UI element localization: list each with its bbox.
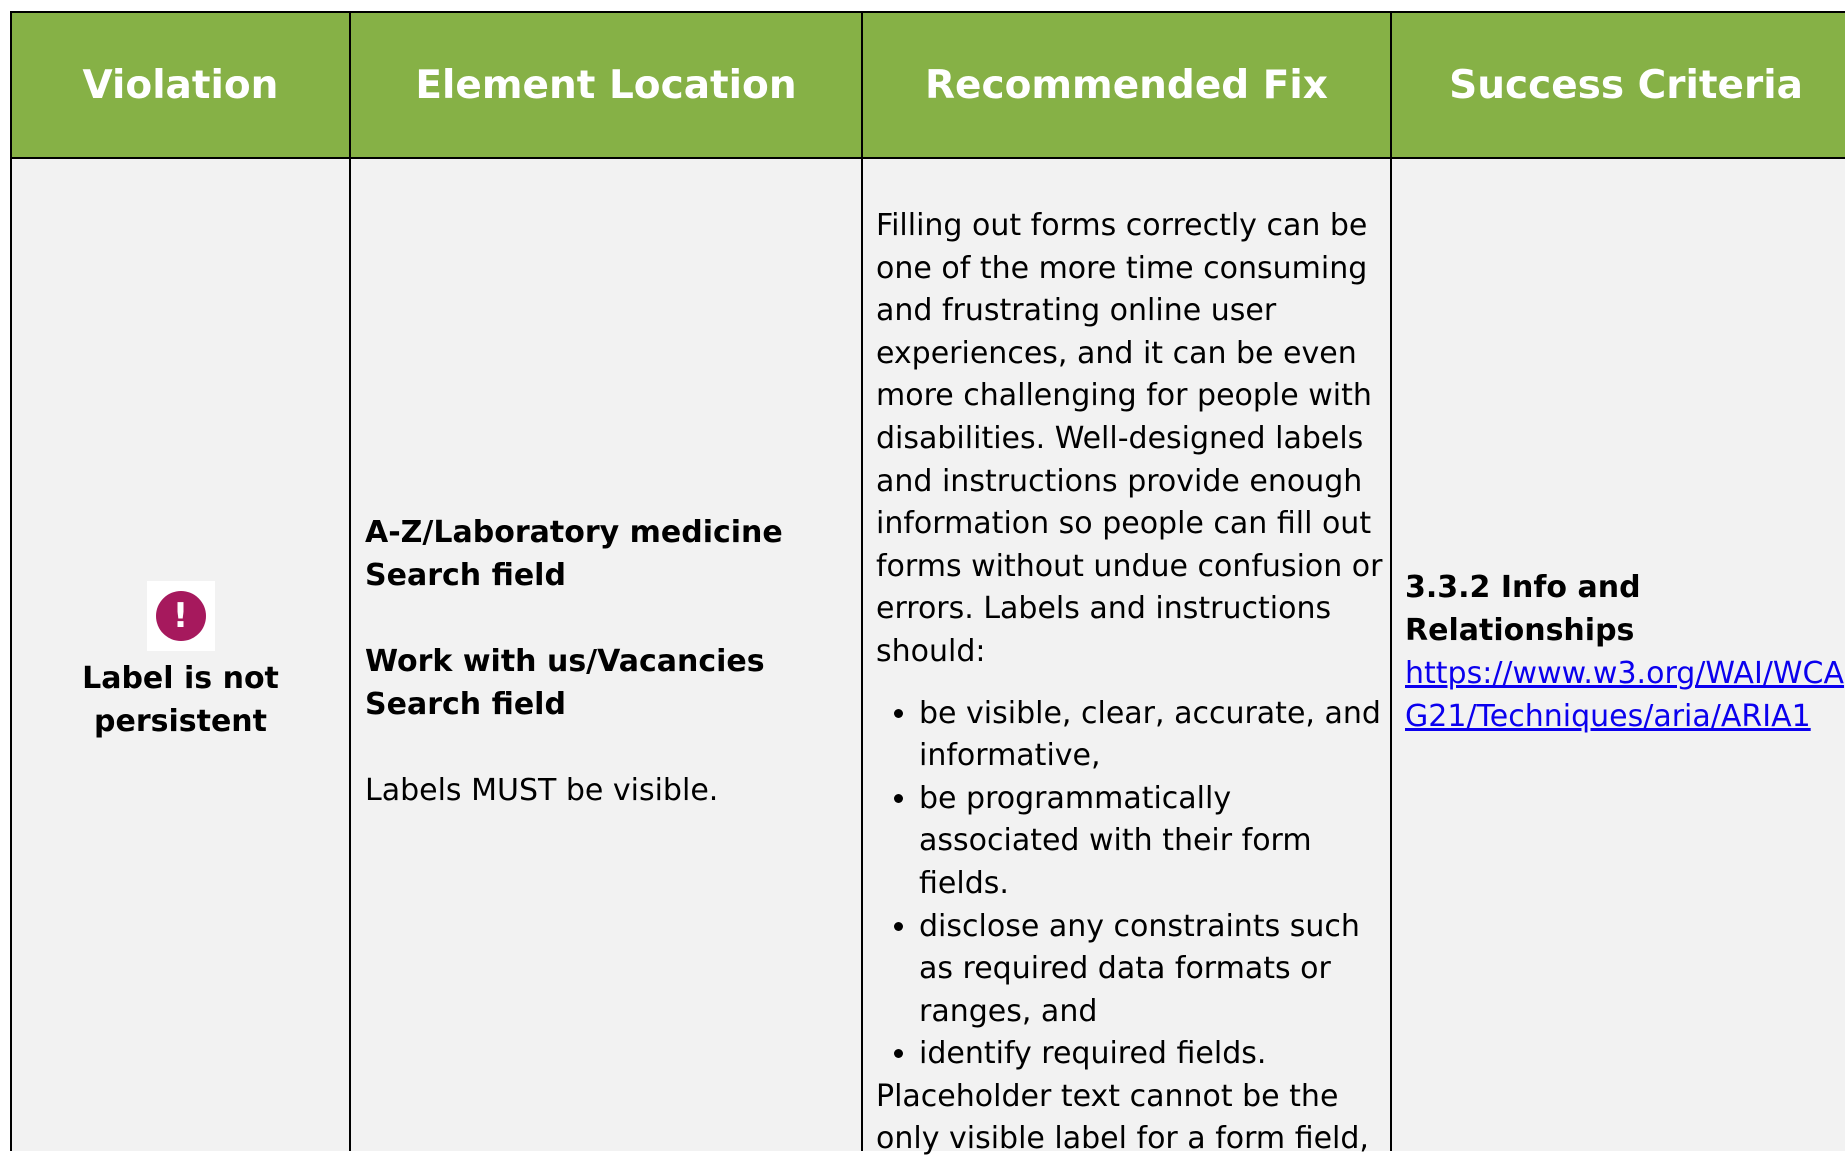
exclamation-icon: ! — [155, 591, 206, 641]
fix-outro: Placeholder text cannot be the only visi… — [876, 1078, 1369, 1157]
recommended-fix-cell: Filling out forms correctly can be one o… — [861, 159, 1390, 1156]
fix-bullet: disclose any constraints such as require… — [919, 906, 1386, 1034]
warning-icon-box: ! — [146, 581, 215, 651]
recommended-fix-content: Filling out forms correctly can be one o… — [876, 205, 1386, 1161]
criteria-title: 3.3.2 Info and Relationships — [1405, 570, 1641, 648]
violation-label: Label is not persistent — [82, 661, 279, 739]
location-item: A-Z/Laboratory medicine Search field — [365, 515, 783, 593]
location-item: Work with us/Vacancies Search field — [365, 644, 765, 722]
header-element-location: Element Location — [349, 11, 861, 159]
criteria-link[interactable]: https://www.w3.org/WAI/WCAG21/Techniques… — [1405, 656, 1844, 734]
violations-table: Violation Element Location Recommended F… — [10, 11, 1845, 1156]
element-location-cell: A-Z/Laboratory medicine Search field Wor… — [349, 159, 861, 1151]
location-note: Labels MUST be visible. — [365, 773, 719, 808]
success-criteria-content: 3.3.2 Info and Relationships https://www… — [1405, 566, 1845, 738]
success-criteria-cell: 3.3.2 Info and Relationships https://www… — [1390, 159, 1845, 1151]
element-location-content: A-Z/Laboratory medicine Search field Wor… — [365, 511, 845, 855]
fix-bullet: be programmatically associated with thei… — [919, 778, 1386, 906]
header-recommended-fix: Recommended Fix — [861, 11, 1390, 159]
fix-intro: Filling out forms correctly can be one o… — [876, 208, 1383, 669]
header-success-criteria: Success Criteria — [1390, 11, 1845, 159]
fix-bullet-list: be visible, clear, accurate, and informa… — [876, 693, 1386, 1076]
fix-bullet: be visible, clear, accurate, and informa… — [919, 693, 1386, 778]
header-violation: Violation — [10, 11, 349, 159]
fix-bullet: identify required fields. — [919, 1033, 1386, 1076]
violation-content: ! Label is not persistent — [12, 581, 349, 743]
violation-cell: ! Label is not persistent — [10, 159, 349, 1151]
